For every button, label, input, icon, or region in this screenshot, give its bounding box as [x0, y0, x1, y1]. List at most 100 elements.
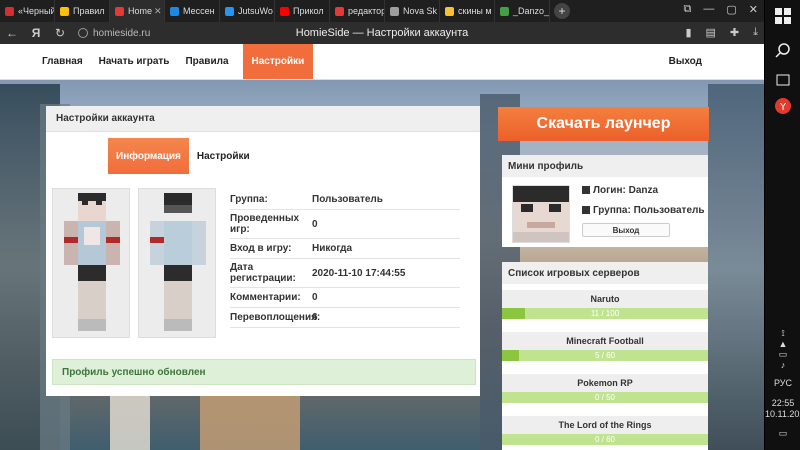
- mini-profile-panel: Мини профиль Логин: Danza Группа: Пользо…: [502, 155, 708, 247]
- browser-tab[interactable]: «Черный: [0, 0, 55, 22]
- nav-settings[interactable]: Настройки: [242, 44, 314, 79]
- browser-tab[interactable]: Мессен: [165, 0, 220, 22]
- tab-settings[interactable]: Настройки: [189, 138, 258, 174]
- tab-favicon-icon: [445, 6, 454, 16]
- url-field[interactable]: homieside.ru: [78, 28, 150, 39]
- maximize-icon[interactable]: ▢: [726, 3, 736, 16]
- tab-label: Nova Sk: [403, 6, 438, 16]
- clock-time[interactable]: 22:55: [765, 398, 800, 408]
- download-launcher-button[interactable]: Скачать лаунчер: [498, 107, 709, 141]
- back-icon[interactable]: ←: [0, 26, 24, 40]
- search-icon[interactable]: [775, 42, 791, 58]
- clock-date[interactable]: 10.11.2020: [765, 409, 800, 419]
- minimize-icon[interactable]: —: [703, 3, 714, 16]
- browser-tab[interactable]: Прикол: [275, 0, 330, 22]
- mini-group: Группа: Пользователь: [582, 205, 705, 216]
- nav-rules[interactable]: Правила: [177, 44, 236, 79]
- info-label: Дата регистрации:: [230, 262, 296, 284]
- tab-favicon-icon: [225, 6, 234, 16]
- reload-icon[interactable]: ↻: [48, 26, 72, 40]
- browser-tab[interactable]: _Danzo_: [495, 0, 550, 22]
- nav-home[interactable]: Главная: [34, 44, 91, 79]
- info-row: Комментарии: 0: [230, 288, 460, 308]
- info-value: 0: [312, 292, 318, 303]
- close-tab-icon[interactable]: ✕: [152, 6, 162, 17]
- site-info-icon[interactable]: [78, 28, 88, 38]
- svg-text:Y: Y: [779, 102, 787, 113]
- account-settings-panel: Настройки аккаунта Информация Настройки: [46, 106, 480, 396]
- info-label: Комментарии:: [230, 292, 301, 303]
- server-name: Minecraft Football: [502, 332, 708, 350]
- server-online-bar: 0 / 50: [502, 392, 708, 403]
- tab-favicon-icon: [500, 6, 509, 16]
- browser-tab[interactable]: редактор: [330, 0, 385, 22]
- nav-start-playing[interactable]: Начать играть: [91, 44, 178, 79]
- info-row: Группа: Пользователь: [230, 190, 460, 210]
- site-nav: Главная Начать играть Правила Настройки …: [0, 44, 764, 80]
- server-online-count: 0 / 60: [594, 435, 615, 444]
- tabs-overview-icon[interactable]: ⧉: [684, 3, 692, 16]
- server-list-header: Список игровых серверов: [502, 262, 708, 284]
- info-row: Вход в игру: Никогда: [230, 239, 460, 259]
- tab-label: скины м: [458, 6, 492, 16]
- mini-login: Логин: Danza: [582, 185, 658, 196]
- browser-tab[interactable]: Home ✕: [110, 0, 165, 22]
- server-item[interactable]: Naruto 11 / 100: [502, 290, 708, 319]
- windows-taskbar: Y ⟟▲▭♪ РУС 22:55 10.11.2020 ▭: [764, 0, 800, 450]
- server-item[interactable]: Pokemon RP 0 / 50: [502, 374, 708, 403]
- server-online-count: 11 / 100: [590, 309, 620, 318]
- tab-favicon-icon: [390, 6, 399, 16]
- tab-favicon-icon: [115, 6, 124, 16]
- server-online-bar: 5 / 60: [502, 350, 708, 361]
- browser-tab[interactable]: JutsuWo: [220, 0, 275, 22]
- server-online-bar: 0 / 60: [502, 434, 708, 445]
- info-label: Группа:: [230, 194, 268, 205]
- tab-favicon-icon: [280, 6, 289, 16]
- tab-label: Прикол: [293, 6, 324, 16]
- success-alert: Профиль успешно обновлен: [52, 359, 476, 385]
- yandex-icon[interactable]: Я: [24, 26, 48, 40]
- yandex-browser-taskbar-icon[interactable]: Y: [775, 98, 791, 114]
- user-icon: [582, 186, 590, 194]
- browser-tab[interactable]: скины м: [440, 0, 495, 22]
- notifications-icon[interactable]: ▭: [765, 428, 800, 439]
- account-tabs: Информация Настройки: [108, 138, 258, 174]
- close-window-icon[interactable]: ✕: [749, 3, 758, 16]
- server-name: Naruto: [502, 290, 708, 308]
- tab-label: Правил: [73, 6, 105, 16]
- info-row: Перевоплощения: 6: [230, 308, 460, 328]
- tab-label: Home: [128, 6, 153, 16]
- tab-favicon-icon: [170, 6, 179, 16]
- task-view-icon[interactable]: [775, 72, 791, 88]
- server-online-count: 0 / 50: [594, 393, 615, 402]
- tab-label: «Черный: [18, 6, 55, 16]
- mini-logout-button[interactable]: Выход: [582, 223, 670, 237]
- page-content: Главная Начать играть Правила Настройки …: [0, 44, 764, 450]
- server-list-panel: Список игровых серверов Naruto 11 / 100 Mi…: [502, 262, 708, 450]
- extensions-icon[interactable]: ✚: [730, 26, 739, 39]
- server-item[interactable]: Minecraft Football 5 / 60: [502, 332, 708, 361]
- language-indicator[interactable]: РУС: [765, 378, 800, 388]
- nav-logout[interactable]: Выход: [661, 44, 710, 79]
- downloads-icon[interactable]: ⤓: [753, 26, 758, 39]
- start-icon[interactable]: [775, 8, 791, 24]
- tab-favicon-icon: [335, 6, 344, 16]
- skin-front-image: [52, 188, 130, 338]
- server-online-count: 5 / 60: [594, 351, 615, 360]
- tab-favicon-icon: [60, 6, 69, 16]
- tab-label: редактор: [348, 6, 385, 16]
- list-icon: [582, 206, 590, 214]
- tray-icons[interactable]: ⟟ ▲ ▭ ♪: [765, 328, 800, 370]
- new-tab-button[interactable]: +: [554, 3, 570, 19]
- tab-favicon-icon: [5, 6, 14, 16]
- mini-profile-header: Мини профиль: [502, 155, 708, 177]
- server-item[interactable]: The Lord of the Rings 0 / 60: [502, 416, 708, 445]
- browser-tab[interactable]: Nova Sk: [385, 0, 440, 22]
- bookmark-icon[interactable]: ▮: [685, 26, 691, 39]
- tab-label: JutsuWo: [238, 6, 273, 16]
- info-value: Пользователь: [312, 194, 383, 205]
- reader-icon[interactable]: ▤: [706, 26, 716, 39]
- tab-information[interactable]: Информация: [108, 138, 189, 174]
- browser-tab[interactable]: Правил: [55, 0, 110, 22]
- info-value: 6: [312, 312, 318, 323]
